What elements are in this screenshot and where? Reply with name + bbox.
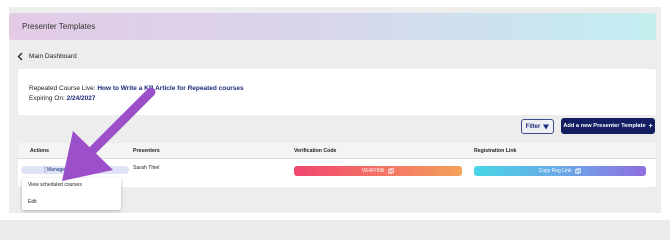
plus-icon: +: [648, 122, 653, 130]
page: Presenter Templates Main Dashboard Repea…: [0, 0, 670, 220]
filter-label: Filter: [525, 123, 541, 130]
back-link[interactable]: Main Dashboard: [17, 50, 77, 62]
column-header-verification-code: Verification Code: [294, 148, 337, 154]
column-header-actions: Actions: [30, 148, 50, 154]
filter-icon: [543, 124, 550, 129]
chevron-left-icon: [17, 52, 23, 60]
expiring-label: Expiring On:: [29, 95, 65, 102]
column-header-presenters: Presenters: [133, 148, 160, 154]
expiry-line: Expiring On: 2/24/2027: [29, 95, 96, 102]
verification-code-button[interactable]: VE4FH5B: [294, 166, 462, 176]
copy-icon: [575, 168, 582, 174]
page-title: Presenter Templates: [22, 22, 96, 31]
column-header-registration-link: Registration Link: [474, 148, 517, 154]
manage-template-button[interactable]: ⋮ Manage presenter template: [21, 166, 129, 174]
course-line: Repeated Course Live: How to Write a KB …: [29, 85, 244, 92]
verification-code: VE4FH5B: [361, 168, 385, 174]
back-link-label: Main Dashboard: [29, 52, 77, 60]
filter-button[interactable]: Filter: [521, 119, 554, 134]
table-header: Actions Presenters Verification Code Reg…: [18, 143, 656, 159]
copy-reg-link-label: Copy Reg Link: [538, 168, 572, 174]
course-name: How to Write a KB Article for Repeated c…: [97, 85, 244, 92]
menu-item-edit[interactable]: Edit: [28, 199, 37, 205]
menu-item-view-scheduled-courses[interactable]: View scheduled courses: [28, 182, 82, 188]
expiring-date: 2/24/2027: [66, 95, 96, 102]
copy-icon: [388, 168, 394, 174]
add-button-label: Add a new Presenter Template: [563, 123, 646, 129]
presenter-name: Sarah Thiel: [133, 165, 160, 171]
manage-template-label: Manage presenter template: [47, 167, 109, 173]
actions-dropdown-menu: View scheduled courses Edit: [22, 178, 121, 210]
page-header: Presenter Templates: [9, 13, 656, 40]
add-presenter-template-button[interactable]: Add a new Presenter Template +: [561, 118, 655, 134]
copy-reg-link-button[interactable]: Copy Reg Link: [474, 166, 646, 176]
content-area: Presenter Templates Main Dashboard Repea…: [9, 7, 661, 213]
repeated-course-label: Repeated Course Live:: [29, 85, 96, 92]
course-info-card: Repeated Course Live: How to Write a KB …: [18, 69, 656, 115]
